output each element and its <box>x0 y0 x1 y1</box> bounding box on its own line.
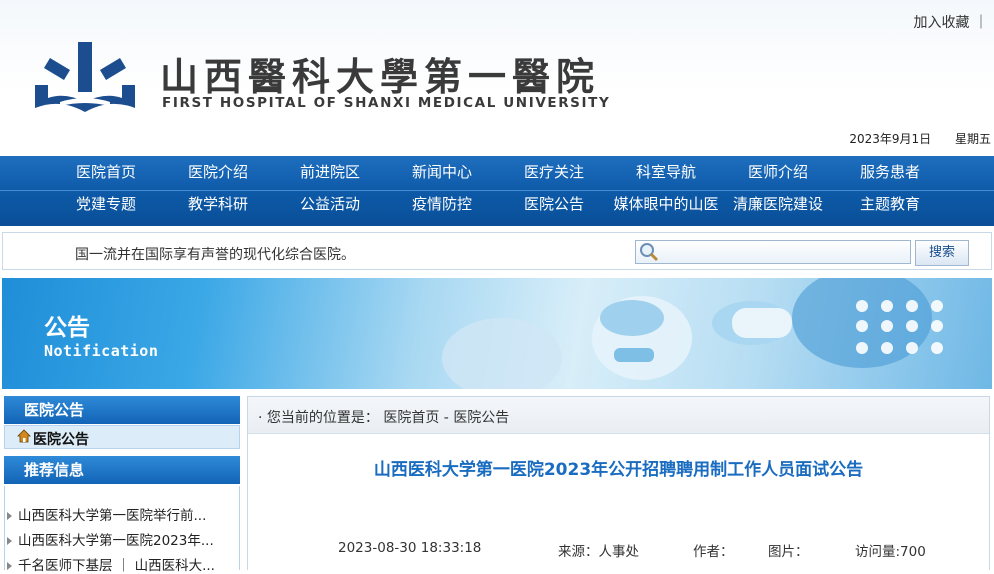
article-source: 来源：人事处 <box>558 544 639 560</box>
current-weekday: 星期五 <box>954 132 991 146</box>
hospital-name-en: FIRST HOSPITAL OF SHANXI MEDICAL UNIVERS… <box>162 95 611 111</box>
surgeons-banner-image <box>442 278 943 389</box>
bullet-arrow-icon <box>7 537 12 545</box>
hospital-logo-icon[interactable] <box>30 40 140 120</box>
nav-row-2: 党建专题 教学科研 公益活动 疫情防控 医院公告 媒体眼中的山医 清廉医院建设 … <box>0 190 994 222</box>
home-icon <box>17 429 31 443</box>
nav-item-party[interactable]: 党建专题 <box>50 190 162 218</box>
nav-item-news[interactable]: 新闻中心 <box>386 158 498 186</box>
nav-item-home[interactable]: 医院首页 <box>50 158 162 186</box>
nav-item-doctors[interactable]: 医师介绍 <box>722 158 834 186</box>
search-box[interactable] <box>635 240 911 264</box>
nav-item-announcements[interactable]: 医院公告 <box>498 190 610 218</box>
site-header: 加入收藏 ｜ 山西醫科大學第一醫院 FIRST HOSPITAL OF SHAN… <box>0 0 994 156</box>
breadcrumb: · 您当前的位置是： 医院首页 - 医院公告 <box>258 410 510 426</box>
sidebar-heading-recommended: 推荐信息 <box>4 456 240 484</box>
article-author: 作者： <box>693 544 734 560</box>
banner-title-cn: 公告 <box>44 315 90 341</box>
bullet-arrow-icon <box>7 562 12 570</box>
nav-row-1: 医院首页 医院介绍 前进院区 新闻中心 医疗关注 科室导航 医师介绍 服务患者 <box>0 158 994 191</box>
nav-item-medical-focus[interactable]: 医疗关注 <box>498 158 610 186</box>
article-panel: · 您当前的位置是： 医院首页 - 医院公告 山西医科大学第一医院2023年公开… <box>247 396 990 570</box>
list-item[interactable]: 千名医师下基层 ｜ 山西医科大... <box>7 554 237 574</box>
article-visits: 访问量:700 <box>855 544 926 560</box>
hospital-name-cn: 山西醫科大學第一醫院 <box>160 54 601 99</box>
nav-item-departments[interactable]: 科室导航 <box>610 158 722 186</box>
article-datetime: 2023-08-30 18:33:18 <box>338 540 482 556</box>
article-images: 图片： <box>768 544 809 560</box>
nav-item-epidemic[interactable]: 疫情防控 <box>386 190 498 218</box>
list-item[interactable]: 山西医科大学第一医院2023年... <box>7 529 237 549</box>
bullet-arrow-icon <box>7 512 12 520</box>
sidebar-item-label: 医院公告 <box>33 432 89 448</box>
nav-item-about[interactable]: 医院介绍 <box>162 158 274 186</box>
nav-item-media[interactable]: 媒体眼中的山医 <box>604 190 728 218</box>
nav-item-research[interactable]: 教学科研 <box>162 190 274 218</box>
article-title: 山西医科大学第一医院2023年公开招聘聘用制工作人员面试公告 <box>373 460 864 480</box>
nav-item-qianjin-campus[interactable]: 前进院区 <box>274 158 386 186</box>
add-favorite-link[interactable]: 加入收藏 ｜ <box>914 12 988 32</box>
nav-item-charity[interactable]: 公益活动 <box>274 190 386 218</box>
page-banner: 公告 Notification <box>2 278 992 389</box>
sidebar-item-announcements[interactable]: 医院公告 <box>4 425 240 449</box>
breadcrumb-home-link[interactable]: 医院首页 <box>383 410 439 426</box>
magnifier-icon <box>640 243 659 262</box>
search-button[interactable]: 搜索 <box>915 240 969 266</box>
banner-title-en: Notification <box>44 342 159 360</box>
nav-item-patient-service[interactable]: 服务患者 <box>834 158 946 186</box>
recommended-list: 山西医科大学第一医院举行前... 山西医科大学第一医院2023年... 千名医师… <box>4 486 240 574</box>
date-display: 2023年9月1日 星期五 <box>829 130 991 147</box>
breadcrumb-current-link[interactable]: 医院公告 <box>453 410 509 426</box>
nav-item-integrity[interactable]: 清廉医院建设 <box>722 190 834 218</box>
search-bar: 国一流并在国际享有声誉的现代化综合医院。 搜索 <box>2 232 992 270</box>
scrolling-marquee: 国一流并在国际享有声誉的现代化综合医院。 <box>75 247 355 263</box>
search-input[interactable] <box>662 242 910 262</box>
list-item[interactable]: 山西医科大学第一医院举行前... <box>7 504 237 524</box>
breadcrumb-bar: · 您当前的位置是： 医院首页 - 医院公告 <box>248 397 989 434</box>
nav-item-theme-education[interactable]: 主题教育 <box>834 190 946 218</box>
sidebar-heading-announcements: 医院公告 <box>4 396 240 424</box>
main-nav: 医院首页 医院介绍 前进院区 新闻中心 医疗关注 科室导航 医师介绍 服务患者 … <box>0 156 994 226</box>
current-date: 2023年9月1日 <box>849 132 932 146</box>
